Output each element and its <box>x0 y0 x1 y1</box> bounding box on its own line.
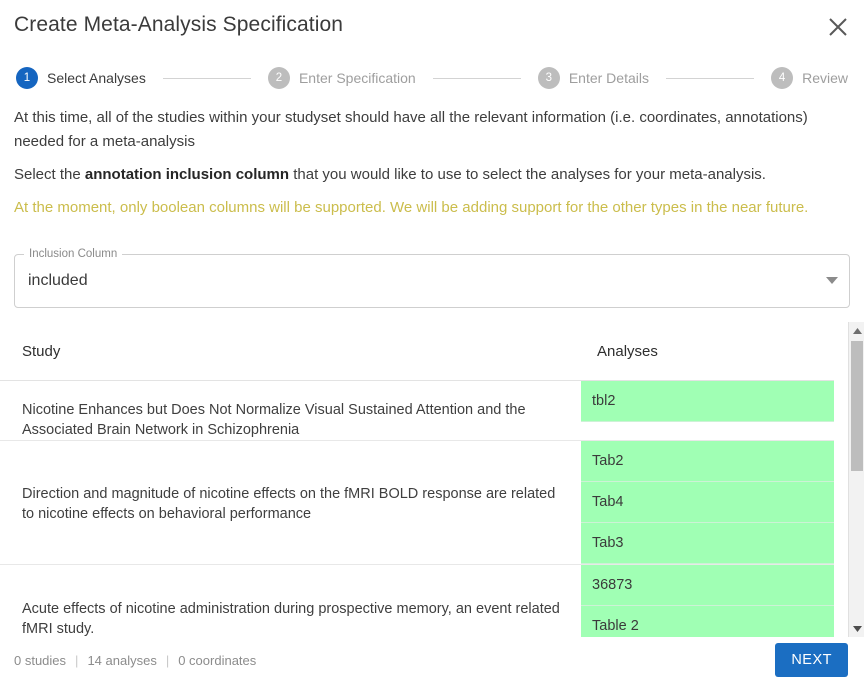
step-enter-details[interactable]: 3 Enter Details <box>537 67 649 89</box>
step-connector-3 <box>665 77 755 79</box>
analysis-cell[interactable]: Tab4 <box>581 482 834 523</box>
step-1-number: 1 <box>16 67 38 89</box>
coordinates-count: 0 coordinates <box>178 653 257 668</box>
dialog-header: Create Meta-Analysis Specification <box>0 0 864 52</box>
analyses-table: Study Analyses Nicotine Enhances but Doe… <box>0 322 864 637</box>
step-2-number: 2 <box>267 67 290 89</box>
step-connector-2 <box>432 77 521 79</box>
instruction-bold-term: annotation inclusion column <box>84 166 290 183</box>
study-title-cell: Direction and magnitude of nicotine effe… <box>22 486 556 522</box>
table-header-row: Study Analyses <box>0 322 834 381</box>
studies-count: 0 studies <box>14 653 67 668</box>
close-button[interactable] <box>818 7 858 47</box>
table-scroll-region: Study Analyses Nicotine Enhances but Doe… <box>0 322 834 637</box>
footer-stats: 0 studies | 14 analyses | 0 coordinates <box>14 653 256 668</box>
analysis-cell[interactable]: Tab3 <box>581 523 834 564</box>
table-body: Nicotine Enhances but Does Not Normalize… <box>0 381 834 637</box>
step-select-analyses[interactable]: 1 Select Analyses <box>16 67 146 89</box>
instruction-paragraph-2: Select the annotation inclusion column t… <box>14 163 832 187</box>
step-connector-1 <box>162 77 251 79</box>
step-1-label: Select Analyses <box>47 70 146 86</box>
study-title-cell: Acute effects of nicotine administration… <box>22 601 560 637</box>
scroll-up-arrow-icon[interactable] <box>849 322 864 339</box>
step-2-label: Enter Specification <box>298 70 416 86</box>
scrollbar-thumb[interactable] <box>851 341 863 471</box>
step-4-number: 4 <box>771 67 794 89</box>
inclusion-column-select[interactable]: Inclusion Column included <box>14 247 850 308</box>
step-3-number: 3 <box>537 67 560 89</box>
table-scrollbar[interactable] <box>848 322 864 637</box>
stats-separator-1: | <box>75 653 79 668</box>
create-meta-analysis-dialog: Create Meta-Analysis Specification 1 Sel… <box>0 0 864 679</box>
page-title: Create Meta-Analysis Specification <box>14 13 344 36</box>
analysis-cell[interactable]: 36873 <box>581 565 834 606</box>
analyses-cell-group: 36873 Table 2 <box>581 565 834 637</box>
chevron-down-icon[interactable] <box>826 254 838 308</box>
table-row: Nicotine Enhances but Does Not Normalize… <box>0 381 834 441</box>
scroll-down-arrow-icon[interactable] <box>849 620 864 637</box>
inclusion-column-value: included <box>28 272 88 289</box>
instruction-suffix: that you would like to use to select the… <box>289 166 766 183</box>
analyses-cell-group: Tab2 Tab4 Tab3 <box>581 441 834 564</box>
warning-text: At the moment, only boolean columns will… <box>14 199 809 216</box>
column-header-study: Study <box>22 343 61 360</box>
select-outline[interactable] <box>14 254 850 308</box>
analyses-cell-group: tbl2 <box>581 381 834 422</box>
analyses-count: 14 analyses <box>87 653 157 668</box>
next-button[interactable]: NEXT <box>775 643 848 677</box>
step-4-label: Review <box>802 70 849 86</box>
dialog-footer: 0 studies | 14 analyses | 0 coordinates … <box>0 637 864 679</box>
table-row: Acute effects of nicotine administration… <box>0 565 834 637</box>
stats-separator-2: | <box>165 653 170 668</box>
instruction-prefix: Select the <box>14 166 85 183</box>
step-enter-specification[interactable]: 2 Enter Specification <box>267 67 416 89</box>
step-review[interactable]: 4 Review <box>771 67 848 89</box>
analysis-cell[interactable]: Tab2 <box>581 441 834 482</box>
wizard-stepper: 1 Select Analyses 2 Enter Specification … <box>0 62 864 94</box>
instruction-paragraph-1: At this time, all of the studies within … <box>14 109 808 150</box>
study-title-cell: Nicotine Enhances but Does Not Normalize… <box>22 402 526 438</box>
analysis-cell[interactable]: Table 2 <box>581 606 834 637</box>
analysis-cell[interactable]: tbl2 <box>581 381 834 422</box>
column-header-analyses: Analyses <box>597 343 658 360</box>
step-3-label: Enter Details <box>568 70 649 86</box>
instructions-block: At this time, all of the studies within … <box>14 106 832 229</box>
close-icon <box>827 16 849 38</box>
table-row: Direction and magnitude of nicotine effe… <box>0 441 834 565</box>
